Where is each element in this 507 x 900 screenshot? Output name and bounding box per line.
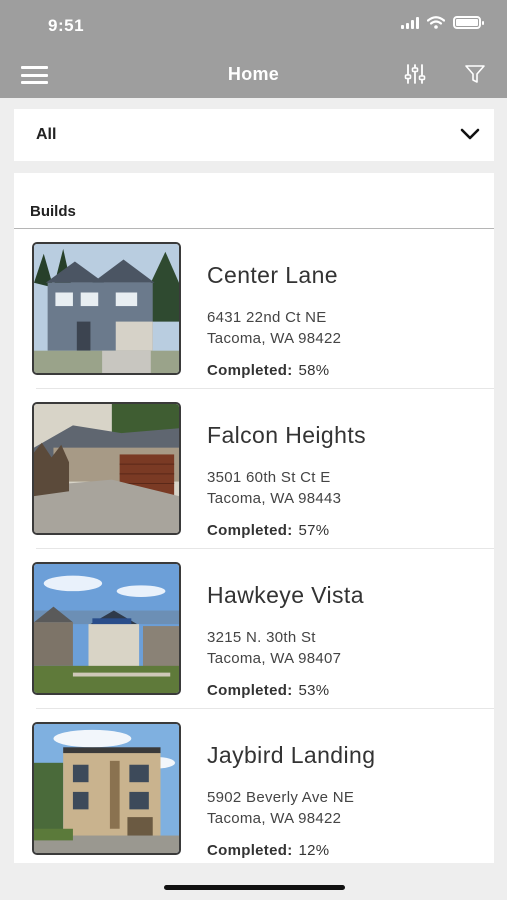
build-name: Center Lane <box>207 262 338 288</box>
build-completion: Completed: 12% <box>207 842 329 859</box>
build-address-line2: Tacoma, WA 98422 <box>207 330 342 347</box>
category-dropdown[interactable]: All <box>14 109 494 161</box>
completed-label: Completed: <box>207 842 293 859</box>
build-item-hawkeye-vista[interactable]: Hawkeye Vista 3215 N. 30th St Tacoma, WA… <box>14 549 494 709</box>
completed-label: Completed: <box>207 682 293 699</box>
chevron-down-icon <box>460 128 480 140</box>
build-address-line1: 3215 N. 30th St <box>207 629 316 646</box>
build-address-line2: Tacoma, WA 98443 <box>207 490 342 507</box>
completed-value: 58% <box>298 362 330 379</box>
completed-label: Completed: <box>207 522 293 539</box>
status-time: 9:51 <box>48 16 85 35</box>
build-address-line1: 6431 22nd Ct NE <box>207 309 327 326</box>
completed-value: 12% <box>298 842 330 859</box>
nav-bar: Home <box>0 54 507 96</box>
build-item-center-lane[interactable]: Center Lane 6431 22nd Ct NE Tacoma, WA 9… <box>14 229 494 389</box>
build-name: Jaybird Landing <box>207 742 376 768</box>
completed-value: 53% <box>298 682 330 699</box>
build-address-line2: Tacoma, WA 98407 <box>207 650 342 667</box>
build-name: Hawkeye Vista <box>207 582 364 608</box>
build-completion: Completed: 53% <box>207 682 329 699</box>
build-address-line2: Tacoma, WA 98422 <box>207 810 342 827</box>
battery-icon <box>453 16 484 29</box>
build-address-line1: 3501 60th St Ct E <box>207 469 331 486</box>
build-list: Center Lane 6431 22nd Ct NE Tacoma, WA 9… <box>14 229 494 863</box>
top-bar: 9:51 Home <box>0 0 507 98</box>
wifi-icon <box>427 16 445 29</box>
build-item-falcon-heights[interactable]: Falcon Heights 3501 60th St Ct E Tacoma,… <box>14 389 494 549</box>
build-photo <box>32 722 181 855</box>
builds-card: Builds Center Lane 6431 22nd Ct NE Tacom… <box>14 173 494 863</box>
completed-value: 57% <box>298 522 330 539</box>
completed-label: Completed: <box>207 362 293 379</box>
build-photo <box>32 562 181 695</box>
builds-heading: Builds <box>30 203 76 220</box>
filter-funnel-icon[interactable] <box>464 63 486 85</box>
build-name: Falcon Heights <box>207 422 367 448</box>
build-photo <box>32 402 181 535</box>
build-completion: Completed: 58% <box>207 362 329 379</box>
sliders-icon[interactable] <box>404 63 426 85</box>
home-indicator[interactable] <box>164 885 345 890</box>
status-icons <box>401 16 484 29</box>
cellular-signal-icon <box>401 16 419 29</box>
build-completion: Completed: 57% <box>207 522 329 539</box>
build-address-line1: 5902 Beverly Ave NE <box>207 789 355 806</box>
build-photo <box>32 242 181 375</box>
build-item-jaybird-landing[interactable]: Jaybird Landing 5902 Beverly Ave NE Taco… <box>14 709 494 863</box>
page-title: Home <box>227 64 280 84</box>
dropdown-selected-value: All <box>36 126 57 143</box>
